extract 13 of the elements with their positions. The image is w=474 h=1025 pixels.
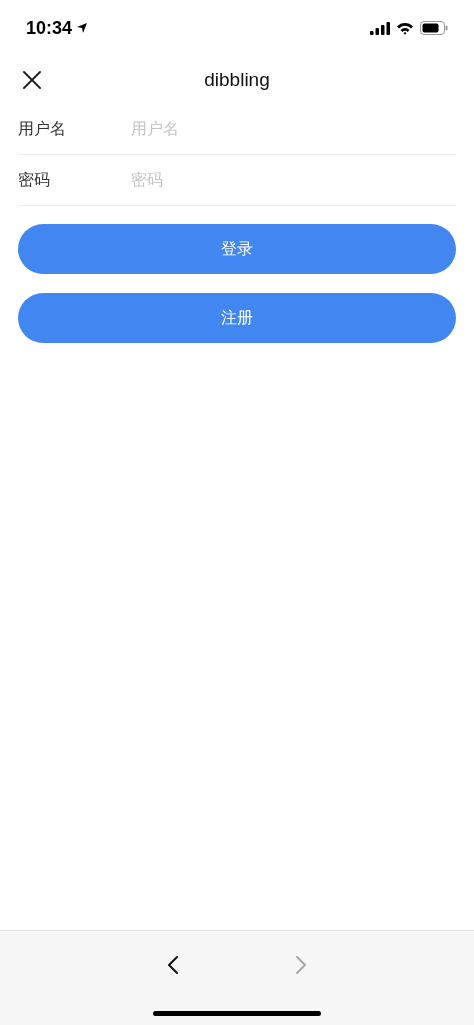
input-field[interactable]: 用户名: [131, 111, 456, 147]
field-label: 密码: [18, 170, 51, 190]
status-time: 10:34: [26, 16, 73, 40]
login-button[interactable]: 登录: [18, 224, 456, 274]
field-label: 用户名: [18, 119, 67, 139]
register-button[interactable]: 注册: [18, 293, 456, 343]
location-arrow-icon: [76, 22, 89, 34]
close-icon: [22, 70, 42, 90]
wifi-icon: [396, 21, 414, 35]
page-title: dibbling: [204, 67, 270, 92]
battery-icon: [420, 21, 448, 35]
input-field[interactable]: 密码: [131, 162, 456, 198]
signal-icon: [370, 21, 390, 35]
